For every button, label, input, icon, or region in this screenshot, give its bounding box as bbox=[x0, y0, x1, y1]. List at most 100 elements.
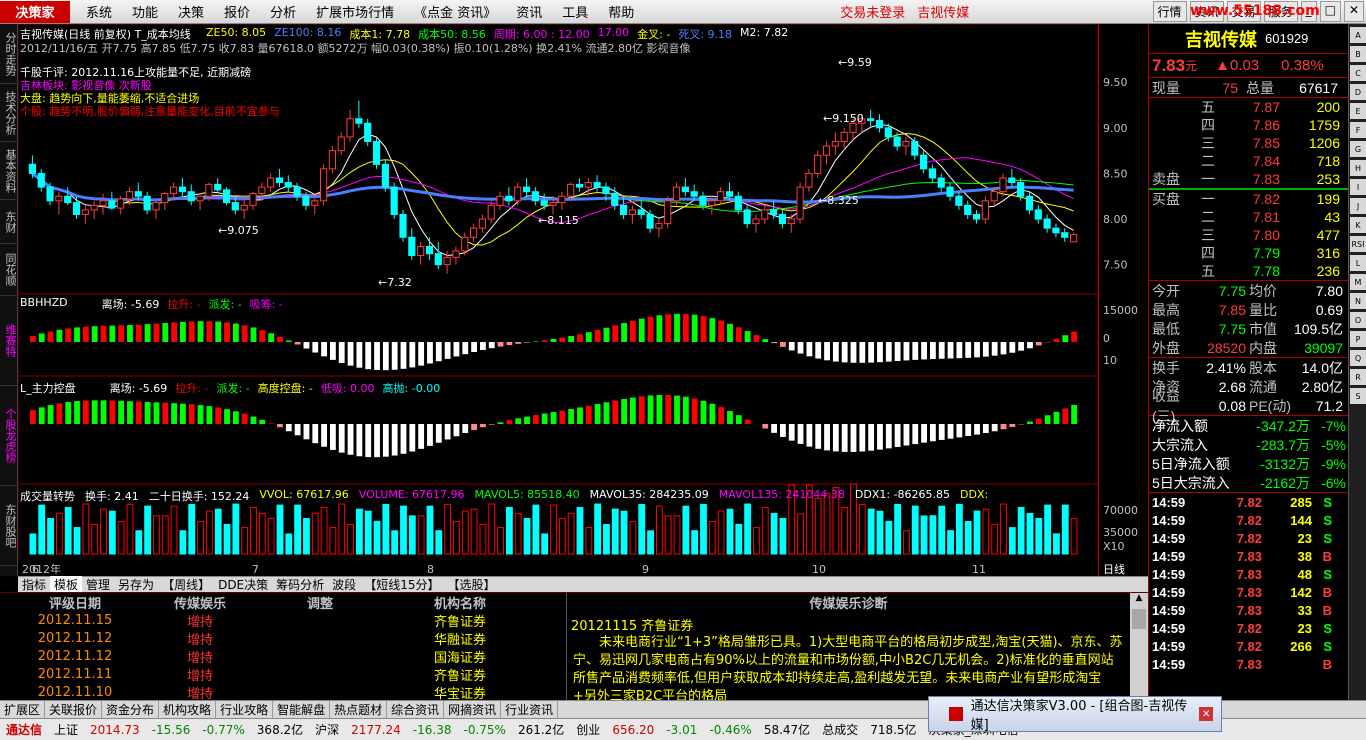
status-item: 368.2亿 bbox=[256, 723, 304, 737]
tool-icon[interactable]: S bbox=[1350, 388, 1366, 404]
candle-body bbox=[902, 141, 910, 147]
popup-close-icon[interactable]: ✕ bbox=[1199, 707, 1213, 721]
tick-row[interactable]: 14:59 7.83 48 S bbox=[1149, 565, 1348, 583]
menu-tools[interactable]: 工具 bbox=[552, 2, 598, 21]
tool-icon[interactable]: E bbox=[1350, 103, 1366, 119]
tick-row[interactable]: 14:59 7.82 23 S bbox=[1149, 529, 1348, 547]
tick-row[interactable]: 14:59 7.83 38 B bbox=[1149, 547, 1348, 565]
menu-decision[interactable]: 决策 bbox=[168, 2, 214, 21]
chart-tab-6[interactable]: 筹码分析 bbox=[272, 576, 328, 593]
chart-tab-7[interactable]: 波段 bbox=[328, 576, 360, 593]
app-logo: 决策家 bbox=[0, 0, 70, 23]
tool-icon[interactable]: C bbox=[1350, 65, 1366, 81]
tool-icon[interactable]: RSI bbox=[1350, 236, 1366, 252]
scroll-up-icon[interactable]: ▲ bbox=[1130, 593, 1148, 609]
current-stock-menu[interactable]: 吉视传媒 bbox=[911, 2, 975, 21]
menu-info[interactable]: 资讯 bbox=[506, 2, 552, 21]
popup-title: 通达信决策家V3.00 - [组合图-吉视传媒] bbox=[970, 699, 1188, 733]
tick-row[interactable]: 14:59 7.82 285 S bbox=[1149, 493, 1348, 511]
chart-tab-8[interactable]: 【短线15分】 bbox=[360, 576, 443, 593]
price-tick: 8.00 bbox=[1103, 213, 1128, 226]
nav-tab-0[interactable]: 扩展区 bbox=[0, 701, 46, 718]
tool-icon[interactable]: K bbox=[1350, 217, 1366, 233]
rating-row[interactable]: 2012.11.11 增持 齐鲁证券 bbox=[0, 665, 560, 684]
tool-icon[interactable]: F bbox=[1350, 122, 1366, 138]
tick-row[interactable]: 14:59 7.82 144 S bbox=[1149, 511, 1348, 529]
chart-tab-2[interactable]: 管理 bbox=[82, 576, 114, 593]
nav-tab-8[interactable]: 网摘资讯 bbox=[444, 701, 502, 718]
menu-system[interactable]: 系统 bbox=[76, 2, 122, 21]
rating-row[interactable]: 2012.11.10 增持 华宝证券 bbox=[0, 683, 560, 702]
nav-tab-1[interactable]: 关联报价 bbox=[45, 701, 103, 718]
period-label[interactable]: 日线 bbox=[1103, 562, 1125, 576]
tick-list[interactable]: 14:59 7.82 285 S 14:59 7.82 144 S 14:59 7.82 23 S 14… bbox=[1149, 493, 1348, 673]
tool-icon[interactable]: G bbox=[1350, 141, 1366, 157]
tool-icon[interactable]: Q bbox=[1350, 350, 1366, 366]
close-button[interactable]: ✕ bbox=[1343, 1, 1364, 22]
nav-tab-5[interactable]: 智能解盘 bbox=[273, 701, 331, 718]
ind2-bar bbox=[832, 424, 839, 452]
flow-pct: -7% bbox=[1321, 417, 1346, 434]
tab-indicator2-side[interactable]: 个股龙虎榜 bbox=[0, 386, 18, 486]
restore-button[interactable]: □ bbox=[1319, 1, 1341, 22]
tool-icon[interactable]: D bbox=[1350, 84, 1366, 100]
chart-area[interactable]: ←9.075 ←8.115 ←8.325 ←9.150 ←9.59 ←7.32 2012年 6… bbox=[18, 24, 1098, 576]
tool-icon[interactable]: P bbox=[1350, 331, 1366, 347]
tool-icon[interactable]: O bbox=[1350, 312, 1366, 328]
tick-row[interactable]: 14:59 7.83 142 B bbox=[1149, 583, 1348, 601]
candle-body bbox=[514, 186, 522, 202]
menu-help[interactable]: 帮助 bbox=[598, 2, 644, 21]
nav-tab-6[interactable]: 热点题材 bbox=[330, 701, 388, 718]
tab-indicator1-side[interactable]: 维赛特 bbox=[0, 296, 18, 386]
rating-row[interactable]: 2012.11.15 增持 齐鲁证券 bbox=[0, 611, 560, 630]
chart-tab-9[interactable]: 【选股】 bbox=[443, 576, 499, 593]
nav-tab-4[interactable]: 行业攻略 bbox=[216, 701, 274, 718]
tool-icon[interactable]: H bbox=[1350, 160, 1366, 176]
chart-tab-0[interactable]: 指标 bbox=[18, 576, 50, 593]
nav-tab-7[interactable]: 综合资讯 bbox=[387, 701, 445, 718]
tick-row[interactable]: 14:59 7.83 33 B bbox=[1149, 601, 1348, 619]
trade-login-status[interactable]: 交易未登录 bbox=[834, 2, 911, 21]
scroll-thumb[interactable] bbox=[1132, 609, 1146, 629]
menu-extended-market[interactable]: 扩展市场行情 bbox=[306, 2, 404, 21]
tab-tonghuashun[interactable]: 同花顺 bbox=[0, 244, 18, 296]
chart-tab-1[interactable]: 模板 bbox=[50, 576, 83, 593]
taskbar-popup[interactable]: 通达信决策家V3.00 - [组合图-吉视传媒] ✕ bbox=[928, 696, 1222, 733]
tab-fundamentals[interactable]: 基本资料 bbox=[0, 142, 18, 200]
menu-function[interactable]: 功能 bbox=[122, 2, 168, 21]
menu-dianjin-info[interactable]: 《点金 资讯》 bbox=[404, 2, 506, 21]
tool-icon[interactable]: M bbox=[1350, 274, 1366, 290]
indicator-label: 高抛: -0.00 bbox=[382, 382, 441, 395]
chart-tab-5[interactable]: DDE决策 bbox=[214, 576, 272, 593]
tab-intraday[interactable]: 分时走势 bbox=[0, 24, 18, 84]
tool-icon[interactable]: N bbox=[1350, 293, 1366, 309]
tool-icon[interactable]: I bbox=[1350, 179, 1366, 195]
ind1-bar bbox=[868, 342, 875, 363]
tab-technical[interactable]: 技术分析 bbox=[0, 84, 18, 142]
tick-row[interactable]: 14:59 7.82 266 S bbox=[1149, 637, 1348, 655]
tool-icon[interactable]: A bbox=[1350, 27, 1366, 43]
menu-quote[interactable]: 报价 bbox=[214, 2, 260, 21]
chart-tab-3[interactable]: 另存为 bbox=[114, 576, 158, 593]
tick-row[interactable]: 14:59 7.82 23 S bbox=[1149, 619, 1348, 637]
book-price: 7.81 bbox=[1252, 209, 1280, 225]
rating-row[interactable]: 2012.11.12 增持 国海证券 bbox=[0, 647, 560, 666]
chart-tab-4[interactable]: 【周线】 bbox=[158, 576, 214, 593]
tick-row[interactable]: 14:59 7.83 B bbox=[1149, 655, 1348, 673]
volume-bar bbox=[779, 517, 787, 555]
tool-icon[interactable]: B bbox=[1350, 46, 1366, 62]
rating-row[interactable]: 2012.11.12 增持 华融证券 bbox=[0, 629, 560, 648]
btn-quote[interactable]: 行情 bbox=[1152, 1, 1187, 22]
ind2-bar bbox=[206, 406, 213, 424]
volume-bar bbox=[885, 520, 893, 555]
nav-tab-9[interactable]: 行业资讯 bbox=[501, 701, 559, 718]
diagnosis-scrollbar[interactable]: ▲ bbox=[1130, 593, 1148, 701]
tool-icon[interactable]: L bbox=[1350, 255, 1366, 271]
tool-icon[interactable]: R bbox=[1350, 369, 1366, 385]
nav-tab-3[interactable]: 机构攻略 bbox=[159, 701, 217, 718]
tab-dongcai[interactable]: 东财 bbox=[0, 200, 18, 244]
nav-tab-2[interactable]: 资金分布 bbox=[102, 701, 160, 718]
tab-indicator3-side[interactable]: 东财股吧 bbox=[0, 486, 18, 566]
menu-analysis[interactable]: 分析 bbox=[260, 2, 306, 21]
tool-icon[interactable]: J bbox=[1350, 198, 1366, 214]
